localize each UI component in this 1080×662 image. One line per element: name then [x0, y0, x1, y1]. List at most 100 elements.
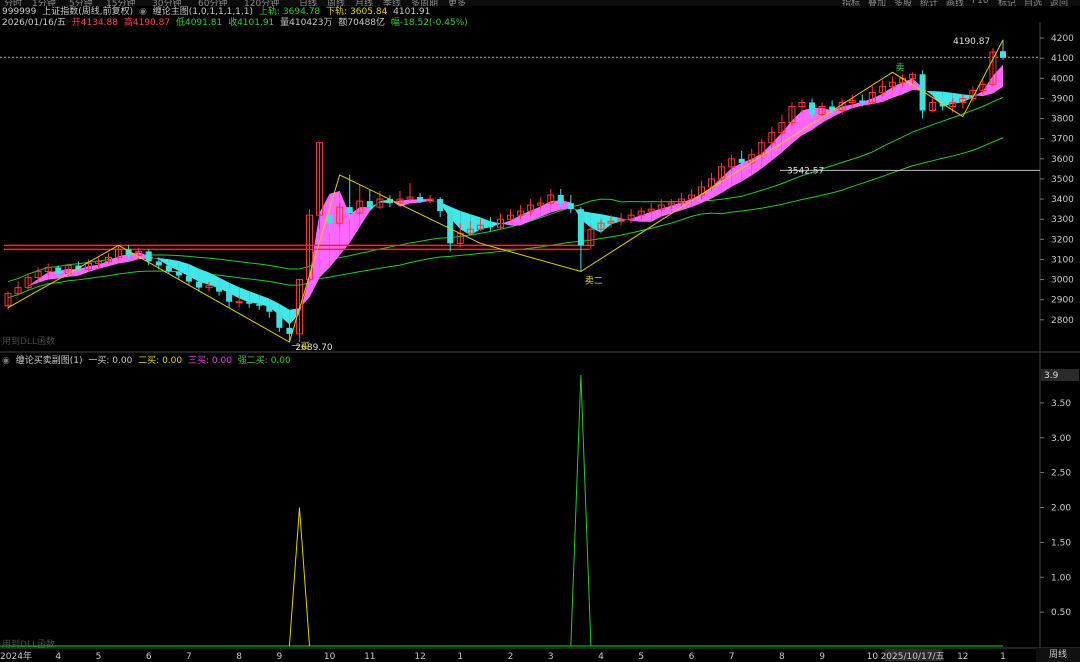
candle	[346, 174, 353, 220]
y-tick-label: 3000	[1051, 276, 1074, 286]
x-tick-label: 12	[414, 652, 425, 662]
period-label[interactable]: 周线	[1036, 648, 1080, 662]
y-tick-label: 3100	[1051, 255, 1074, 265]
x-tick-label: 6	[146, 652, 152, 662]
candle-body	[175, 271, 182, 276]
x-tick-label: 1	[1000, 652, 1006, 662]
x-tick-label: 8	[236, 652, 242, 662]
y-tick-label: 3900	[1051, 94, 1074, 104]
candle	[496, 213, 504, 230]
candle	[657, 199, 665, 212]
x-tick-label: 7	[729, 652, 735, 662]
ribbon-segment	[500, 220, 511, 226]
ribbon-segment	[982, 75, 993, 97]
candle-body	[235, 301, 243, 304]
buy1-marker: 一买	[291, 341, 309, 352]
ribbon-segment	[842, 104, 853, 113]
candle	[919, 70, 926, 119]
candle-body	[999, 51, 1007, 58]
chart-canvas[interactable]: 2800 2900 3000 3100 3200 3300 3400 3500 3600 3700…	[0, 0, 1080, 662]
y-tick-label: 3300	[1051, 215, 1074, 225]
ribbon-segment	[902, 78, 913, 95]
candle-body	[226, 291, 233, 302]
x-tick-label: 9	[819, 652, 825, 662]
sub-y-tick-label: 1.00	[1051, 573, 1071, 583]
candle-body	[366, 201, 373, 208]
ribbon-segment	[359, 207, 370, 227]
ribbon-segment	[470, 214, 481, 236]
x-tick-label: 11	[364, 652, 375, 662]
ribbon-segment	[480, 217, 491, 230]
y-tick-label: 4000	[1051, 74, 1074, 84]
ribbon-segment	[781, 120, 792, 153]
y-tick-label: 4100	[1051, 54, 1074, 64]
sub-y-tick-label: 2.50	[1051, 469, 1071, 479]
sub-y-tick-label: 0.50	[1051, 608, 1071, 618]
candle-body	[577, 209, 584, 246]
candle	[577, 207, 584, 272]
candle	[788, 102, 796, 127]
x-tick-label: 4	[598, 652, 604, 662]
candle-body	[55, 267, 62, 274]
x-tick-label: 6	[689, 652, 695, 662]
candle	[386, 195, 393, 208]
candle	[406, 182, 414, 202]
candle-body	[346, 207, 353, 214]
y-tick-label: 2800	[1051, 316, 1074, 326]
y-tick-label: 2900	[1051, 296, 1074, 306]
ribbon-segment	[239, 287, 250, 303]
ribbon-segment	[882, 87, 893, 102]
candle-body	[145, 251, 152, 262]
sub-y-tick-label: 3.00	[1051, 434, 1071, 444]
ribbon-segment	[711, 177, 722, 199]
y-tick-label: 3700	[1051, 135, 1074, 145]
y-tick-label: 3200	[1051, 235, 1074, 245]
x-tick-label: 3	[548, 652, 554, 662]
sub-current-value: 3.9	[1044, 371, 1059, 381]
x-tick-label: 4	[55, 652, 61, 662]
candle	[437, 197, 444, 218]
candle	[507, 209, 515, 222]
ribbon-segment	[118, 254, 129, 264]
candle-body	[487, 225, 494, 228]
candle-body	[165, 265, 172, 272]
candle-body	[557, 195, 564, 204]
candle	[115, 245, 123, 260]
ribbon-segment	[309, 212, 320, 298]
x-tick-label: 12	[957, 652, 968, 662]
candle-body	[185, 275, 192, 282]
candle-body	[567, 203, 574, 210]
sell-marker: 卖	[895, 62, 904, 73]
sub-y-tick-label: 3.50	[1051, 399, 1071, 409]
ribbon-segment	[992, 64, 1003, 94]
candle-body	[266, 305, 273, 312]
candle-body	[437, 199, 444, 212]
candle	[276, 309, 283, 332]
candle-body	[859, 100, 866, 103]
x-tick-label: 7	[186, 652, 192, 662]
candle-body	[417, 197, 424, 202]
level-price-label: 3542.57	[787, 166, 824, 176]
candle-body	[738, 158, 745, 163]
ribbon-segment	[289, 308, 300, 325]
candle	[426, 195, 434, 204]
candle-body	[195, 281, 202, 288]
zigzag-line	[7, 39, 1004, 343]
x-tick-label: 5	[638, 652, 644, 662]
sub-signal-peak	[288, 507, 311, 647]
x-tick-label: 2025/10/17/五	[881, 652, 945, 662]
candle	[286, 323, 293, 342]
ribbon-segment	[791, 110, 802, 144]
candle-body	[246, 301, 253, 304]
y-tick-label: 3800	[1051, 115, 1074, 125]
max-price-label: 4190.87	[953, 37, 990, 47]
candle	[547, 189, 555, 206]
y-tick-label: 4200	[1051, 34, 1074, 44]
candle-body	[276, 311, 283, 328]
candle-body	[216, 285, 223, 292]
candle-body	[155, 261, 162, 266]
y-tick-label: 3400	[1051, 195, 1074, 205]
y-tick-label: 3500	[1051, 175, 1074, 185]
candle	[929, 98, 937, 113]
y-tick-label: 3600	[1051, 155, 1074, 165]
